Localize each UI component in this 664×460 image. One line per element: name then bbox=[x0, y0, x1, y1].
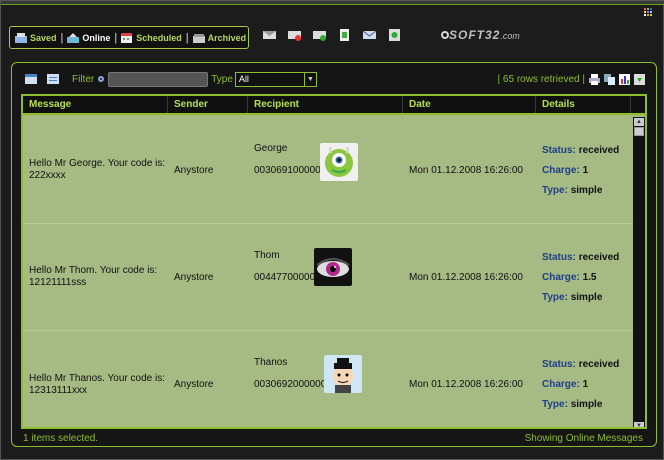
top-strip bbox=[1, 1, 664, 5]
type-detail: Type: simple bbox=[542, 399, 603, 410]
search-icon bbox=[98, 76, 105, 82]
recipient-cell: Thanos 0030692000000 bbox=[248, 331, 403, 427]
details-cell: Status: received Charge: 1 Type: simple bbox=[536, 331, 631, 427]
selection-status: 1 items selected. bbox=[23, 433, 99, 444]
status-detail: Status: received bbox=[542, 251, 620, 263]
scroll-down-icon[interactable]: ▼ bbox=[634, 422, 644, 427]
tab-separator: | bbox=[185, 31, 189, 44]
print-icon[interactable] bbox=[589, 73, 600, 85]
tab-separator: | bbox=[60, 31, 64, 44]
table-header: Message Sender Recipient Date Details bbox=[23, 96, 645, 115]
copy-icon[interactable] bbox=[604, 73, 615, 85]
column-header-recipient[interactable]: Recipient bbox=[248, 96, 403, 113]
column-header-details[interactable]: Details bbox=[536, 96, 631, 113]
type-select[interactable]: All ▼ bbox=[234, 71, 317, 87]
refresh-icon[interactable] bbox=[388, 29, 401, 41]
sender-cell: Anystore bbox=[174, 164, 214, 176]
recipient-number: 00447700000 bbox=[254, 272, 316, 283]
grid-menu-icon[interactable] bbox=[644, 8, 653, 17]
forward-icon[interactable] bbox=[313, 29, 326, 41]
charge-detail: Charge: 1 bbox=[542, 379, 589, 390]
date-cell: Mon 01.12.2008 16:26:00 bbox=[409, 379, 523, 390]
charge-detail: Charge: 1 bbox=[542, 164, 589, 176]
charge-detail: Charge: 1.5 bbox=[542, 271, 597, 283]
toolbar bbox=[263, 29, 401, 41]
sender-cell: Anystore bbox=[174, 271, 214, 283]
type-detail: Type: simple bbox=[542, 184, 603, 196]
date-cell: Mon 01.12.2008 16:26:00 bbox=[409, 164, 523, 176]
list-view-icon[interactable] bbox=[47, 74, 59, 84]
archived-icon bbox=[192, 33, 205, 43]
message-tabs: Saved | Online | Scheduled | Archived bbox=[9, 26, 249, 49]
download-icon[interactable] bbox=[634, 73, 645, 85]
recipient-number: 003069100000 bbox=[254, 165, 321, 176]
app-window: Saved | Online | Scheduled | Archived SO… bbox=[0, 0, 664, 460]
eye-avatar bbox=[314, 248, 352, 286]
table-row[interactable]: Hello Mr Thanos. Your code is: 12313111x… bbox=[23, 331, 633, 427]
scheduled-icon bbox=[121, 32, 133, 43]
export-icon[interactable] bbox=[338, 29, 351, 41]
recipient-cell: George 003069100000 bbox=[248, 117, 403, 223]
status-detail: Status: received bbox=[542, 359, 620, 370]
online-icon bbox=[67, 32, 80, 43]
saved-icon bbox=[15, 32, 27, 43]
tab-online[interactable]: Online bbox=[65, 32, 112, 43]
tab-saved-label: Saved bbox=[30, 32, 57, 43]
rows-retrieved-text: | 65 rows retrieved | bbox=[497, 73, 585, 85]
view-status: Showing Online Messages bbox=[524, 433, 643, 444]
tab-saved[interactable]: Saved bbox=[13, 32, 59, 43]
type-label: Type bbox=[211, 73, 233, 85]
recipient-name: Thom bbox=[254, 250, 280, 261]
table-row[interactable]: Hello Mr Thom. Your code is: 12121111sss… bbox=[23, 224, 633, 331]
tab-archived-label: Archived bbox=[207, 32, 247, 43]
scroll-up-icon[interactable]: ▲ bbox=[634, 118, 644, 126]
magnifier-icon bbox=[441, 31, 449, 39]
cartoon-avatar bbox=[324, 355, 362, 393]
rows-retrieved: | 65 rows retrieved | bbox=[497, 73, 645, 85]
column-header-message[interactable]: Message bbox=[23, 96, 168, 113]
message-cell: Hello Mr Thanos. Your code is: 12313111x… bbox=[29, 372, 166, 396]
messages-panel: Filter Type All ▼ | 65 rows retrieved | bbox=[11, 62, 657, 447]
table-body: Hello Mr George. Your code is: 222xxxx A… bbox=[23, 117, 633, 427]
recipient-cell: Thom 00447700000 bbox=[248, 224, 403, 330]
delete-icon[interactable] bbox=[288, 29, 301, 41]
tab-separator: | bbox=[114, 31, 118, 44]
type-detail: Type: simple bbox=[542, 291, 603, 303]
chevron-down-icon[interactable]: ▼ bbox=[303, 72, 316, 86]
details-cell: Status: received Charge: 1.5 Type: simpl… bbox=[536, 224, 631, 330]
sender-cell: Anystore bbox=[174, 379, 214, 390]
mail-icon[interactable] bbox=[362, 29, 377, 41]
chart-icon[interactable] bbox=[619, 73, 630, 85]
tab-online-label: Online bbox=[82, 32, 111, 43]
date-cell: Mon 01.12.2008 16:26:00 bbox=[409, 271, 523, 283]
recipient-name: George bbox=[254, 143, 288, 154]
column-header-sender[interactable]: Sender bbox=[168, 96, 248, 113]
message-cell: Hello Mr Thom. Your code is: 12121111sss bbox=[29, 265, 158, 288]
compose-icon[interactable] bbox=[263, 29, 276, 41]
tab-scheduled[interactable]: Scheduled bbox=[119, 32, 184, 43]
monster-avatar bbox=[320, 143, 358, 181]
type-select-value: All bbox=[238, 74, 249, 84]
status-detail: Status: received bbox=[542, 144, 620, 156]
recipient-name: Thanos bbox=[254, 357, 288, 368]
filter-input[interactable] bbox=[108, 71, 209, 87]
window-icon[interactable] bbox=[25, 74, 37, 84]
column-header-date[interactable]: Date bbox=[403, 96, 536, 113]
table-row[interactable]: Hello Mr George. Your code is: 222xxxx A… bbox=[23, 117, 633, 224]
tab-archived[interactable]: Archived bbox=[191, 33, 249, 43]
filter-label: Filter bbox=[72, 73, 95, 85]
messages-table: Message Sender Recipient Date Details He… bbox=[21, 94, 647, 429]
scroll-thumb[interactable] bbox=[634, 127, 644, 136]
message-cell: Hello Mr George. Your code is: 222xxxx bbox=[29, 158, 166, 181]
watermark: SOFT32.com bbox=[449, 28, 520, 42]
filter-bar: Filter Type All ▼ | 65 rows retrieved | bbox=[25, 70, 645, 88]
details-cell: Status: received Charge: 1 Type: simple bbox=[536, 117, 631, 223]
recipient-number: 0030692000000 bbox=[254, 379, 327, 390]
vertical-scrollbar[interactable]: ▲ ▼ bbox=[633, 117, 645, 427]
tab-scheduled-label: Scheduled bbox=[136, 32, 182, 43]
